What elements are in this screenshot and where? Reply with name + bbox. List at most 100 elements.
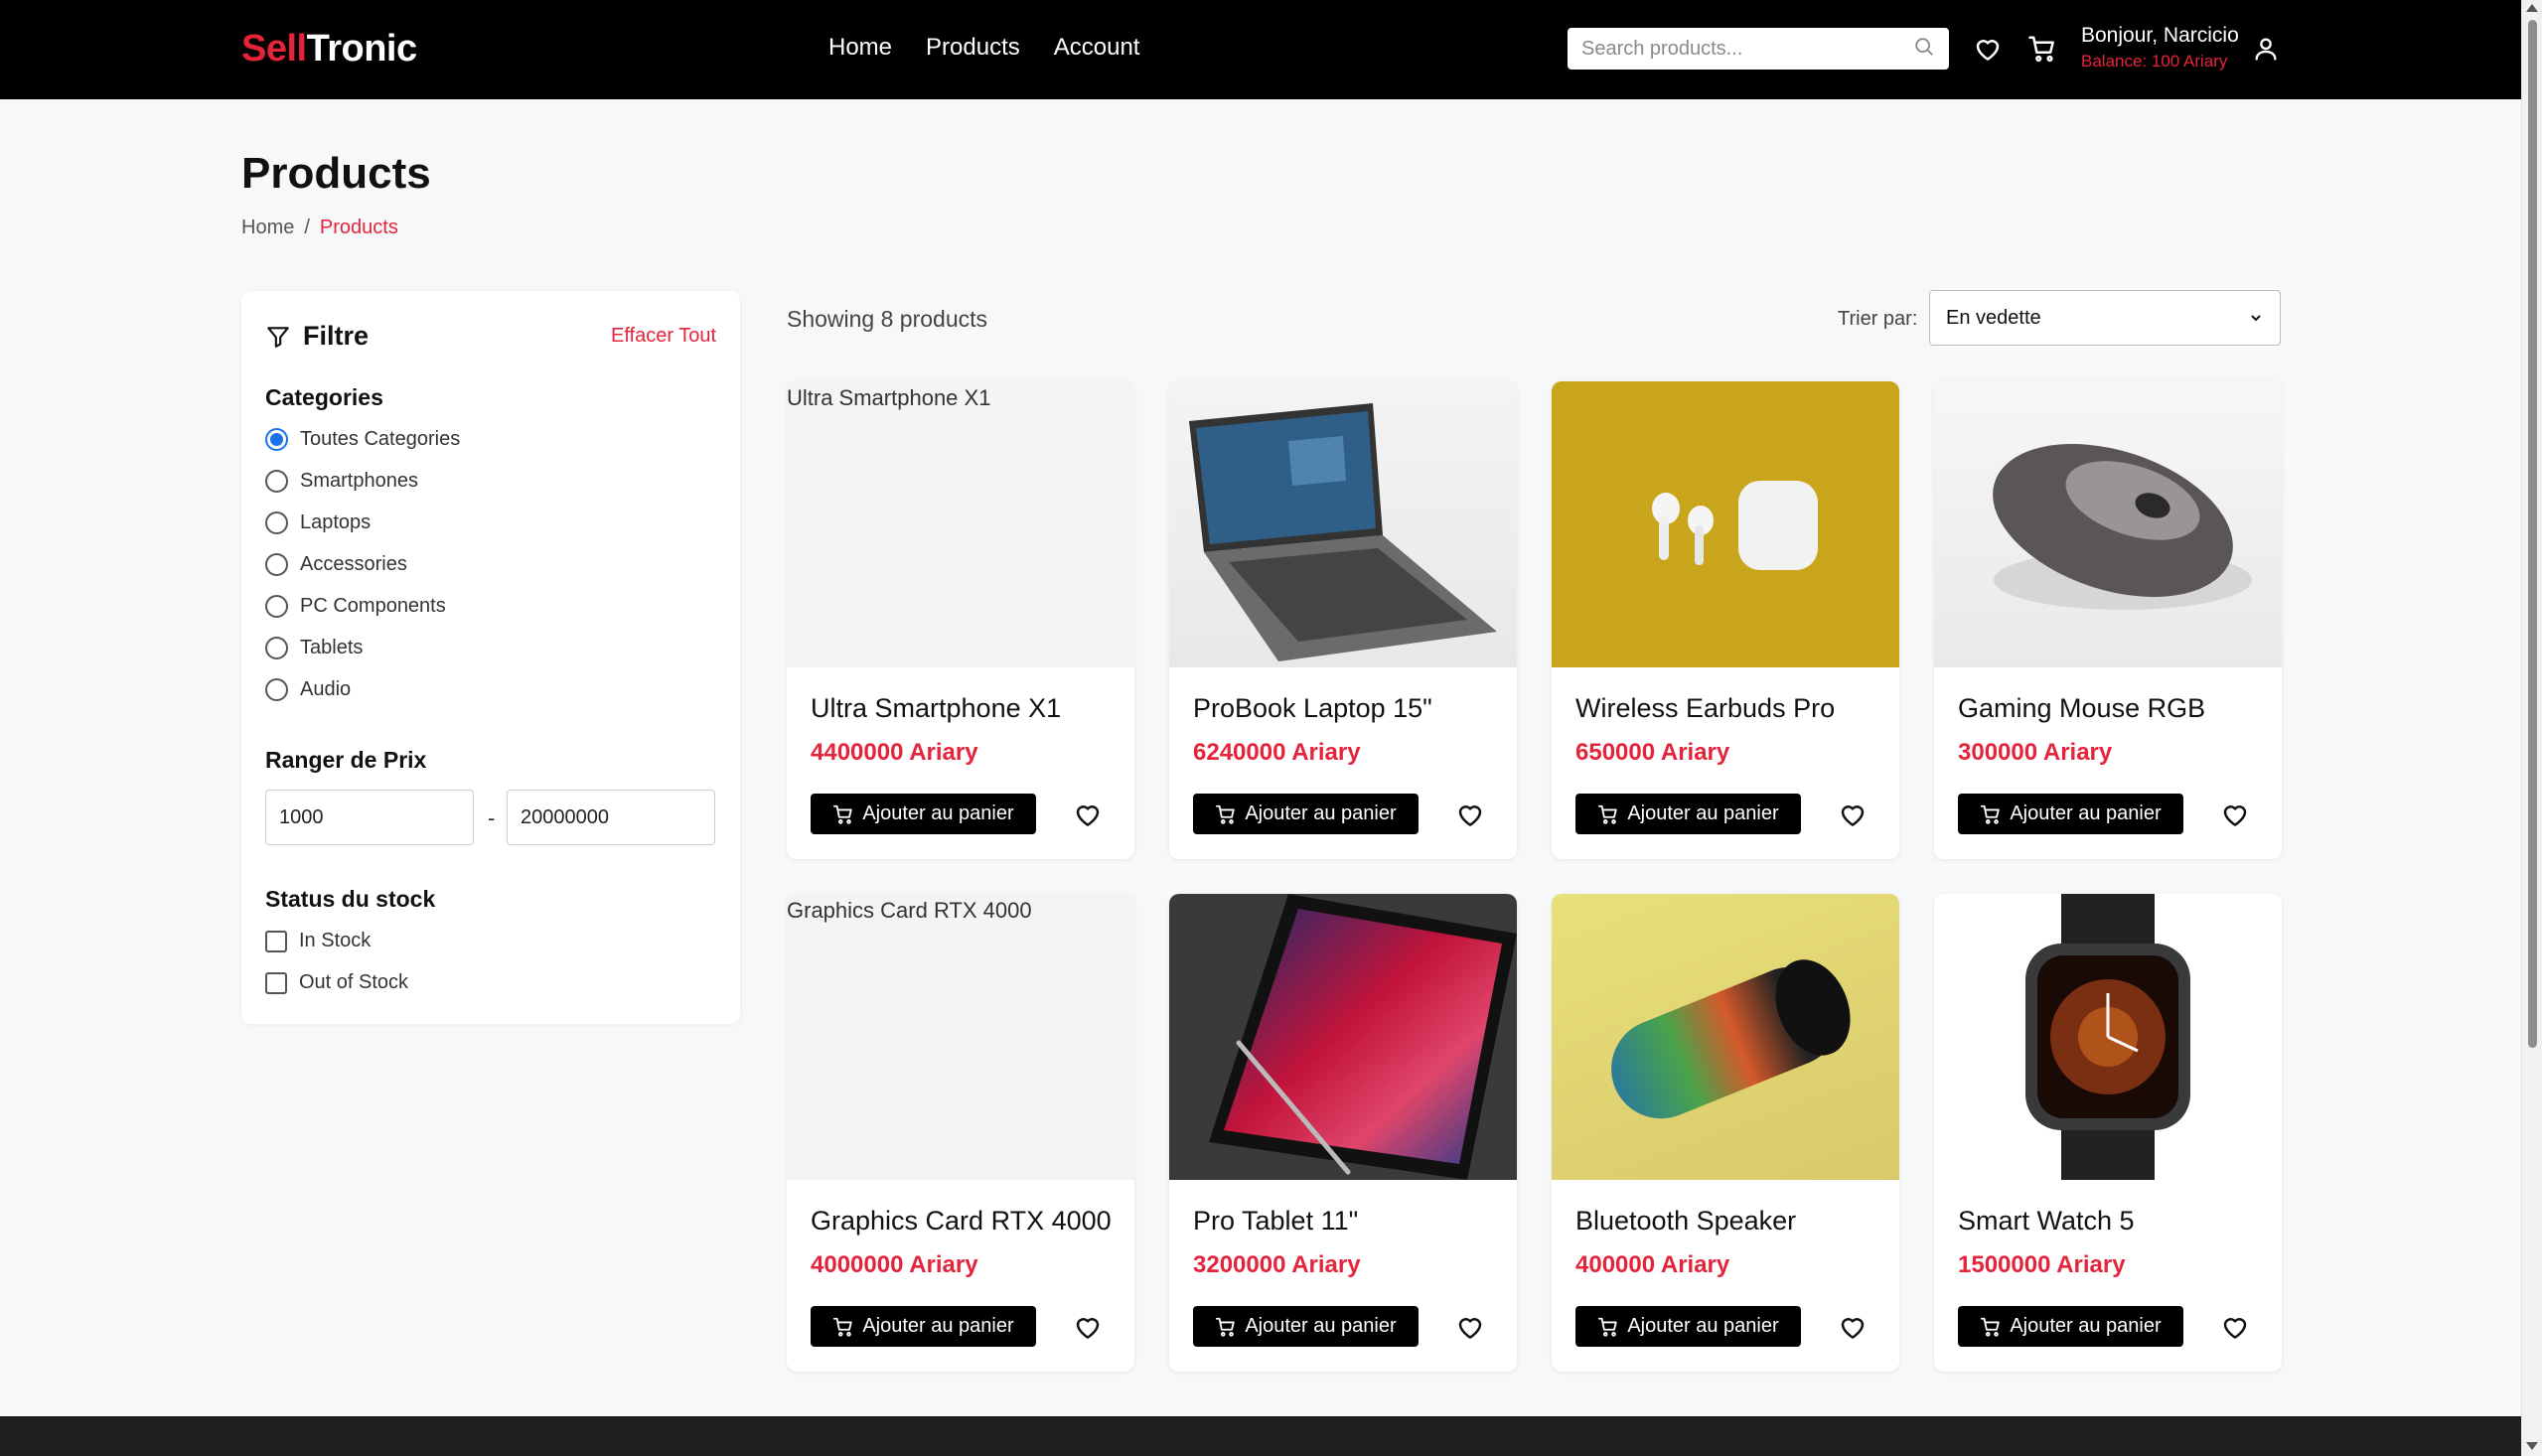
nav-account[interactable]: Account: [1054, 34, 1140, 62]
add-to-cart-button[interactable]: Ajouter au panier: [1575, 794, 1801, 834]
product-image[interactable]: [1552, 381, 1899, 667]
heart-icon[interactable]: [1971, 32, 2005, 66]
search-input[interactable]: [1581, 37, 1913, 61]
sort-select[interactable]: En vedette: [1929, 290, 2281, 346]
product-image[interactable]: [1169, 894, 1517, 1180]
breadcrumb: Home / Products: [241, 217, 398, 239]
add-to-cart-button[interactable]: Ajouter au panier: [1193, 794, 1419, 834]
product-name[interactable]: ProBook Laptop 15": [1193, 693, 1432, 724]
heart-icon[interactable]: [1454, 1311, 1486, 1343]
logo[interactable]: SellTronic: [241, 28, 417, 71]
category-label: Audio: [300, 678, 352, 700]
category-option-laptops[interactable]: Laptops: [265, 511, 371, 534]
add-to-cart-button[interactable]: Ajouter au panier: [1958, 794, 2183, 834]
category-option-all[interactable]: Toutes Categories: [265, 428, 460, 451]
product-price: 300000 Ariary: [1958, 739, 2113, 766]
checkbox[interactable]: [265, 930, 287, 952]
category-option-tablets[interactable]: Tablets: [265, 637, 363, 659]
category-option-audio[interactable]: Audio: [265, 678, 351, 701]
category-label: Smartphones: [300, 470, 418, 492]
add-to-cart-button[interactable]: Ajouter au panier: [1193, 1306, 1419, 1347]
checkbox[interactable]: [265, 971, 287, 994]
category-option-pc-components[interactable]: PC Components: [265, 595, 446, 618]
product-image[interactable]: [1169, 381, 1517, 667]
stock-option-out-of-stock[interactable]: Out of Stock: [265, 971, 408, 994]
radio[interactable]: [265, 637, 288, 659]
search-box: [1568, 28, 1949, 70]
radio[interactable]: [265, 678, 288, 701]
product-name[interactable]: Graphics Card RTX 4000: [811, 1206, 1112, 1237]
heart-icon[interactable]: [1454, 799, 1486, 830]
product-price: 4000000 Ariary: [811, 1251, 978, 1278]
product-price: 650000 Ariary: [1575, 739, 1730, 766]
top-navbar: SellTronic Home Products Account Bonjour…: [0, 0, 2521, 99]
product-image[interactable]: [1934, 894, 2282, 1180]
product-image[interactable]: Graphics Card RTX 4000: [787, 894, 1134, 1180]
product-card[interactable]: Bluetooth Speaker 400000 Ariary Ajouter …: [1552, 894, 1899, 1372]
category-option-smartphones[interactable]: Smartphones: [265, 470, 418, 493]
category-label: Tablets: [300, 637, 364, 658]
product-name[interactable]: Ultra Smartphone X1: [811, 693, 1061, 724]
product-name[interactable]: Pro Tablet 11": [1193, 1206, 1358, 1237]
product-card[interactable]: Ultra Smartphone X1 Ultra Smartphone X1 …: [787, 381, 1134, 859]
nav-products[interactable]: Products: [926, 34, 1020, 62]
price-max-input[interactable]: 20000000: [507, 790, 715, 845]
category-label: Toutes Categories: [300, 428, 461, 450]
add-to-cart-button[interactable]: Ajouter au panier: [1958, 1306, 2183, 1347]
heart-icon[interactable]: [2219, 799, 2251, 830]
product-price: 400000 Ariary: [1575, 1251, 1730, 1278]
product-name[interactable]: Smart Watch 5: [1958, 1206, 2135, 1237]
product-price: 6240000 Ariary: [1193, 739, 1361, 766]
stock-option-in-stock[interactable]: In Stock: [265, 930, 371, 952]
radio[interactable]: [265, 470, 288, 493]
add-to-cart-button[interactable]: Ajouter au panier: [811, 794, 1036, 834]
heart-icon[interactable]: [2219, 1311, 2251, 1343]
product-card[interactable]: Graphics Card RTX 4000 Graphics Card RTX…: [787, 894, 1134, 1372]
breadcrumb-home[interactable]: Home: [241, 217, 294, 239]
clear-all-button[interactable]: Effacer Tout: [611, 325, 716, 348]
product-image[interactable]: Ultra Smartphone X1: [787, 381, 1134, 667]
search-icon[interactable]: [1913, 36, 1935, 63]
product-name[interactable]: Bluetooth Speaker: [1575, 1206, 1796, 1237]
heart-icon[interactable]: [1837, 1311, 1869, 1343]
product-image[interactable]: [1552, 894, 1899, 1180]
breadcrumb-separator: /: [304, 217, 310, 238]
product-card[interactable]: Pro Tablet 11" 3200000 Ariary Ajouter au…: [1169, 894, 1517, 1372]
product-name[interactable]: Wireless Earbuds Pro: [1575, 693, 1835, 724]
radio[interactable]: [265, 511, 288, 534]
category-label: Laptops: [300, 511, 372, 533]
add-to-cart-button[interactable]: Ajouter au panier: [811, 1306, 1036, 1347]
sort-value: En vedette: [1946, 306, 2041, 329]
product-image[interactable]: [1934, 381, 2282, 667]
category-label: Accessories: [300, 553, 407, 575]
heart-icon[interactable]: [1072, 1311, 1104, 1343]
product-card[interactable]: ProBook Laptop 15" 6240000 Ariary Ajoute…: [1169, 381, 1517, 859]
radio-selected[interactable]: [265, 428, 288, 451]
user-icon[interactable]: [2249, 32, 2283, 66]
product-price: 4400000 Ariary: [811, 739, 978, 766]
product-card[interactable]: Gaming Mouse RGB 300000 Ariary Ajouter a…: [1934, 381, 2282, 859]
scroll-down-arrow-icon[interactable]: [2526, 1442, 2538, 1450]
cart-icon: [1216, 1317, 1236, 1337]
product-card[interactable]: Wireless Earbuds Pro 650000 Ariary Ajout…: [1552, 381, 1899, 859]
product-name[interactable]: Gaming Mouse RGB: [1958, 693, 2205, 724]
heart-icon[interactable]: [1072, 799, 1104, 830]
category-option-accessories[interactable]: Accessories: [265, 553, 407, 576]
add-to-cart-label: Ajouter au panier: [1245, 802, 1397, 824]
add-to-cart-label: Ajouter au panier: [1627, 802, 1779, 824]
cart-icon[interactable]: [2025, 32, 2059, 66]
main-nav: Home Products Account: [828, 34, 1139, 62]
radio[interactable]: [265, 553, 288, 576]
radio[interactable]: [265, 595, 288, 618]
scrollbar-thumb[interactable]: [2528, 20, 2537, 1048]
price-min-input[interactable]: 1000: [265, 790, 474, 845]
heart-icon[interactable]: [1837, 799, 1869, 830]
add-to-cart-button[interactable]: Ajouter au panier: [1575, 1306, 1801, 1347]
chevron-down-icon: [2251, 315, 2261, 322]
scroll-up-arrow-icon[interactable]: [2526, 4, 2538, 12]
results-count: Showing 8 products: [787, 306, 988, 332]
cart-icon: [1981, 1317, 2001, 1337]
nav-home[interactable]: Home: [828, 34, 892, 62]
stock-status-title: Status du stock: [265, 886, 436, 912]
product-card[interactable]: Smart Watch 5 1500000 Ariary Ajouter au …: [1934, 894, 2282, 1372]
